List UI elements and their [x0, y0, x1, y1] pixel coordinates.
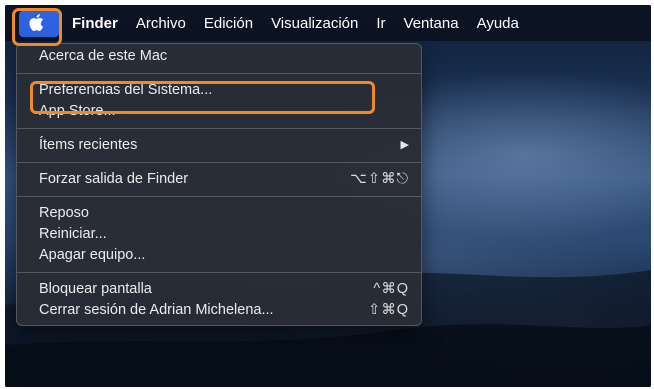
menu-separator [17, 128, 421, 129]
desktop: Finder Archivo Edición Visualización Ir … [5, 5, 651, 387]
submenu-arrow-icon: ▶ [400, 139, 409, 151]
menu-item-about-mac[interactable]: Acerca de este Mac [17, 46, 421, 67]
menu-visualizacion[interactable]: Visualización [262, 15, 367, 32]
menu-item-shutdown[interactable]: Apagar equipo... [17, 245, 421, 266]
menu-ventana[interactable]: Ventana [395, 15, 468, 32]
menu-item-label: Preferencias del Sistema... [39, 82, 213, 98]
menu-finder[interactable]: Finder [70, 15, 127, 32]
menu-separator [17, 196, 421, 197]
menu-archivo[interactable]: Archivo [127, 15, 195, 32]
menu-separator [17, 162, 421, 163]
menu-ayuda[interactable]: Ayuda [468, 15, 528, 32]
menu-item-system-preferences[interactable]: Preferencias del Sistema... [17, 80, 421, 101]
menu-item-label: App Store... [39, 103, 116, 119]
menu-item-sleep[interactable]: Reposo [17, 203, 421, 224]
shortcut-label: ^⌘Q [373, 281, 409, 297]
menu-item-restart[interactable]: Reiniciar... [17, 224, 421, 245]
menu-item-log-out[interactable]: Cerrar sesión de Adrian Michelena... ⇧⌘Q [17, 300, 421, 321]
menu-item-label: Acerca de este Mac [39, 48, 168, 64]
menu-item-lock-screen[interactable]: Bloquear pantalla ^⌘Q [17, 279, 421, 300]
shortcut-label: ⇧⌘Q [368, 302, 409, 318]
menu-separator [17, 272, 421, 273]
menu-item-label: Forzar salida de Finder [39, 171, 189, 187]
apple-menu-dropdown: Acerca de este Mac Preferencias del Sist… [16, 43, 422, 326]
apple-menu-button[interactable] [5, 5, 70, 41]
menu-item-label: Bloquear pantalla [39, 281, 152, 297]
menu-item-label: Apagar equipo... [39, 247, 146, 263]
shortcut-label: ⌥⇧⌘⎋ [350, 171, 409, 187]
menu-ir[interactable]: Ir [367, 15, 394, 32]
menu-item-label: Reiniciar... [39, 226, 107, 242]
menu-item-recent-items[interactable]: Ítems recientes ▶ [17, 135, 421, 156]
menu-edicion[interactable]: Edición [195, 15, 262, 32]
menu-item-force-quit[interactable]: Forzar salida de Finder ⌥⇧⌘⎋ [17, 169, 421, 190]
menu-separator [17, 73, 421, 74]
menu-item-label: Ítems recientes [39, 137, 138, 153]
apple-icon [28, 13, 43, 31]
menu-item-label: Cerrar sesión de Adrian Michelena... [39, 302, 274, 318]
menu-bar: Finder Archivo Edición Visualización Ir … [5, 5, 651, 41]
menu-item-app-store[interactable]: App Store... [17, 101, 421, 122]
menu-item-label: Reposo [39, 205, 89, 221]
